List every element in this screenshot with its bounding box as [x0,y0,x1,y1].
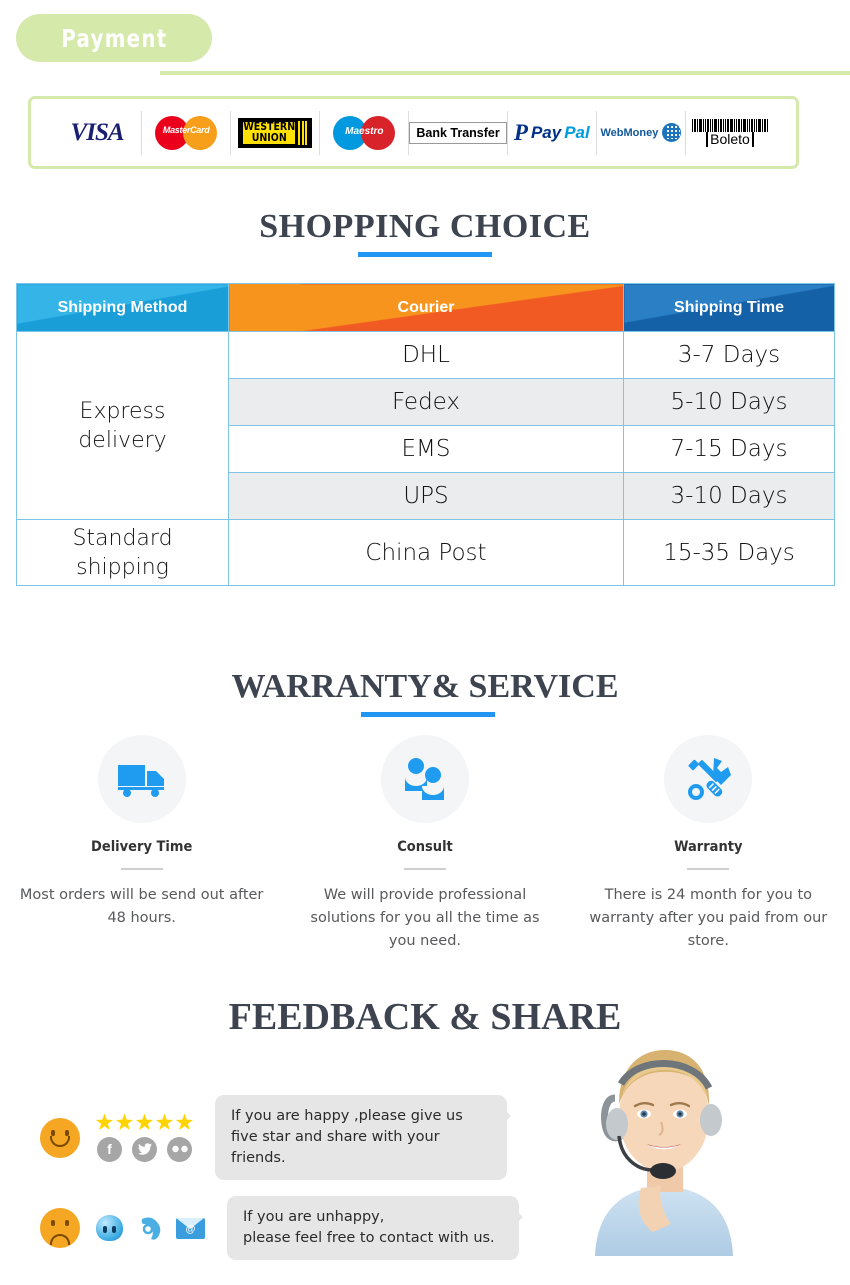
customer-service-agent-photo [575,1028,753,1256]
cell-courier-dhl: DHL [228,331,624,379]
truck-icon [97,735,186,823]
star-icon [116,1113,133,1130]
payment-method-mastercard: MasterCard [142,110,232,155]
chat-icon[interactable] [96,1215,123,1241]
warranty-item-label: Warranty [674,839,743,855]
people-icon [380,735,469,823]
table-row: Standard shipping China Post 15-35 Days [16,519,835,586]
product-description-page: Payment VISA MasterCard WESTERN UNION Ma… [0,0,850,1285]
warranty-item-delivery-time: Delivery Time Most orders will be send o… [0,735,283,953]
star-icon [96,1113,113,1130]
cell-time-dhl: 3-7 Days [623,331,835,379]
cell-time-ups: 3-10 Days [623,472,835,520]
payment-methods-box: VISA MasterCard WESTERN UNION Maestro Ba… [28,96,799,169]
payment-method-webmoney: WebMoney [597,110,686,155]
warranty-items: Delivery Time Most orders will be send o… [0,735,850,953]
cell-courier-fedex: Fedex [228,378,624,426]
feedback-happy-message: If you are happy ,please give us five st… [215,1095,511,1180]
column-header-shipping-time: Shipping Time [623,283,835,332]
tools-icon [664,735,753,823]
cell-courier-ems: EMS [228,425,624,473]
cell-method-express: Express delivery [16,331,229,520]
maestro-logo: Maestro [333,115,396,150]
mastercard-logo: MasterCard [155,115,218,150]
sad-face-icon [40,1208,80,1248]
star-icon [176,1113,193,1130]
column-header-shipping-method: Shipping Method [16,283,229,332]
divider [687,868,730,870]
payment-method-western-union: WESTERN UNION [231,110,321,155]
payment-method-bank-transfer: Bank Transfer [409,110,508,155]
divider [120,868,163,870]
cell-courier-ups: UPS [228,472,624,520]
warranty-item-desc: There is 24 month for you to warranty af… [589,887,828,949]
table-header-row: Shipping Method Courier Shipping Time [16,283,835,332]
flickr-icon[interactable] [167,1136,192,1162]
cell-courier-china-post: China Post [228,519,624,586]
payment-badge: Payment [16,14,212,62]
shipping-options-table: Shipping Method Courier Shipping Time Ex… [16,283,835,586]
star-icon [136,1113,153,1130]
social-share-icons: f [97,1136,192,1162]
star-rating [96,1113,193,1131]
feedback-unhappy-row: If you are unhappy, please feel free to … [40,1196,523,1260]
webmoney-logo: WebMoney [600,123,682,142]
visa-logo: VISA [70,118,125,146]
payment-badge-label: Payment [60,23,168,53]
warranty-item-desc: We will provide professional solutions f… [310,887,540,949]
warranty-item-warranty: Warranty There is 24 month for you to wa… [567,735,850,953]
facebook-icon[interactable]: f [97,1136,122,1162]
email-icon[interactable] [176,1217,205,1239]
twitter-icon[interactable] [132,1136,157,1162]
feedback-happy-row: f If you are happy ,please give us five … [40,1095,511,1180]
table-row: Express delivery DHL 3-7 Days [16,331,835,520]
paypal-logo: P Pay Pal [513,119,590,145]
payment-header: Payment [0,14,850,75]
column-header-courier: Courier [228,283,624,332]
warranty-item-label: Delivery Time [91,839,193,855]
cell-time-fedex: 5-10 Days [623,378,835,426]
payment-method-paypal: P Pay Pal [508,110,597,155]
divider [403,868,446,870]
warranty-underline [361,712,495,717]
payment-method-boleto: Boleto [686,111,774,155]
shopping-choice-title: SHOPPING CHOICE [259,208,591,245]
payment-method-visa: VISA [53,110,143,155]
payment-method-maestro: Maestro [320,110,410,155]
warranty-item-desc: Most orders will be send out after 48 ho… [19,887,264,926]
boleto-logo: Boleto [691,118,768,147]
warranty-title: WARRANTY& SERVICE [231,668,619,705]
cell-time-china-post: 15-35 Days [623,519,835,586]
star-icon [156,1113,173,1130]
bank-transfer-logo: Bank Transfer [409,121,507,144]
cell-method-standard: Standard shipping [16,519,229,586]
phone-icon[interactable] [136,1215,163,1241]
payment-header-rule [160,71,850,75]
feedback-unhappy-message: If you are unhappy, please feel free to … [227,1196,523,1260]
cell-time-ems: 7-15 Days [623,425,835,473]
happy-face-icon [40,1117,80,1158]
shopping-choice-underline [358,252,492,257]
western-union-logo: WESTERN UNION [238,117,313,148]
warranty-item-label: Consult [397,839,453,855]
warranty-item-consult: Consult We will provide professional sol… [283,735,566,953]
